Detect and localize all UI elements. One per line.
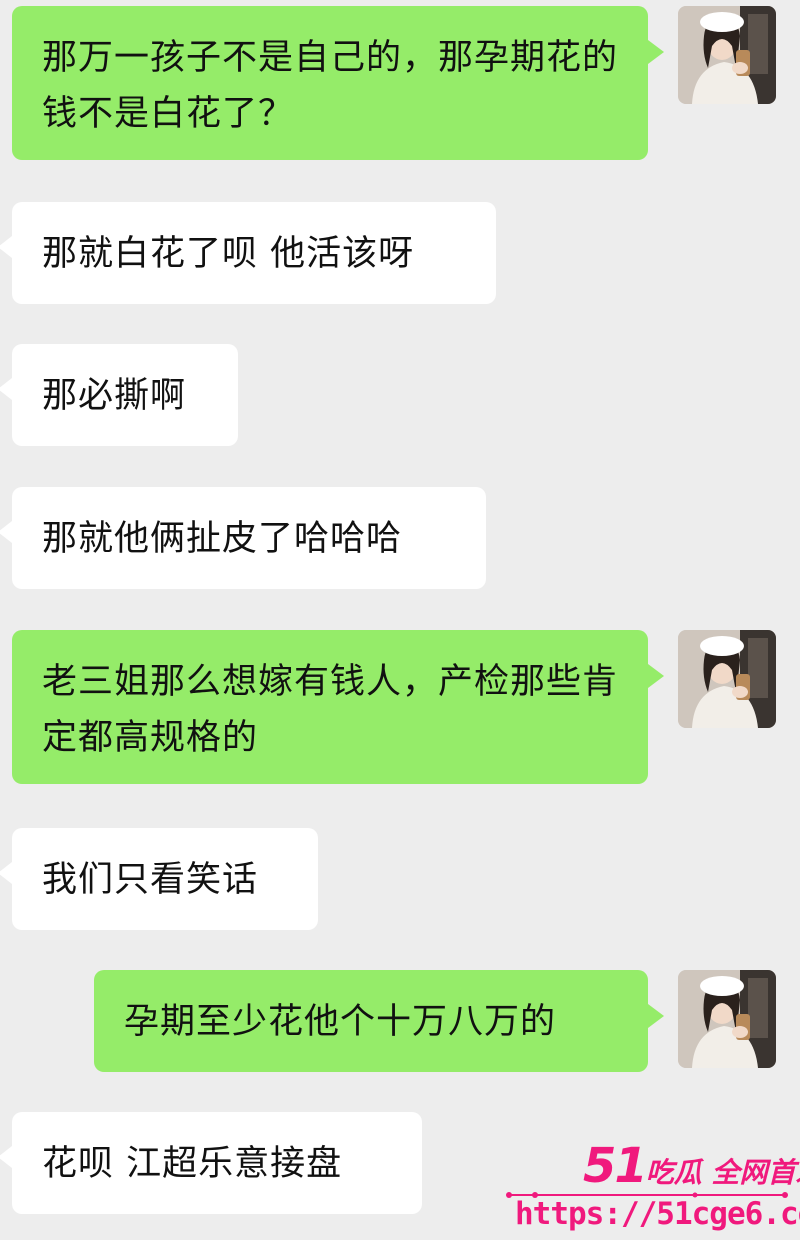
message-bubble-incoming[interactable]: 我们只看笑话 bbox=[0, 828, 318, 930]
message-text: 那万一孩子不是自己的，那孕期花的钱不是白花了？ bbox=[42, 38, 619, 134]
message-text: 花呗 江超乐意接盘 bbox=[42, 1144, 343, 1184]
message-bubble-outgoing[interactable]: 孕期至少花他个十万八万的 bbox=[94, 970, 664, 1072]
message-text: 老三姐那么想嫁有钱人，产检那些肯定都高规格的 bbox=[42, 662, 619, 758]
message-bubble-incoming[interactable]: 花呗 江超乐意接盘 bbox=[0, 1112, 422, 1214]
avatar[interactable] bbox=[678, 6, 776, 104]
avatar[interactable] bbox=[678, 630, 776, 728]
watermark-text: 吃瓜 全网首发 bbox=[645, 1156, 800, 1189]
avatar-photo-icon bbox=[678, 6, 776, 104]
watermark-url: https://51cge6.com bbox=[515, 1196, 800, 1232]
message-text: 那就白花了呗 他活该呀 bbox=[42, 234, 415, 274]
message-text: 我们只看笑话 bbox=[42, 860, 259, 900]
avatar[interactable] bbox=[678, 970, 776, 1068]
message-bubble-incoming[interactable]: 那必撕啊 bbox=[0, 344, 238, 446]
message-bubble-incoming[interactable]: 那就白花了呗 他活该呀 bbox=[0, 202, 496, 304]
site-watermark: 51吃瓜 全网首发 https://51cge6.com bbox=[505, 1138, 800, 1238]
message-bubble-outgoing[interactable]: 那万一孩子不是自己的，那孕期花的钱不是白花了？ bbox=[12, 6, 664, 160]
message-text: 那就他俩扯皮了哈哈哈 bbox=[42, 519, 403, 559]
message-text: 孕期至少花他个十万八万的 bbox=[124, 1002, 557, 1042]
message-bubble-incoming[interactable]: 那就他俩扯皮了哈哈哈 bbox=[0, 487, 486, 589]
chat-area: 那万一孩子不是自己的，那孕期花的钱不是白花了？ 那就白花了呗 他活该呀 那必撕啊… bbox=[0, 0, 800, 1240]
watermark-brand: 51吃瓜 全网首发 bbox=[583, 1138, 800, 1194]
watermark-number: 51 bbox=[583, 1138, 648, 1194]
message-text: 那必撕啊 bbox=[42, 376, 187, 416]
avatar-photo-icon bbox=[678, 970, 776, 1068]
message-bubble-outgoing[interactable]: 老三姐那么想嫁有钱人，产检那些肯定都高规格的 bbox=[12, 630, 664, 784]
avatar-photo-icon bbox=[678, 630, 776, 728]
